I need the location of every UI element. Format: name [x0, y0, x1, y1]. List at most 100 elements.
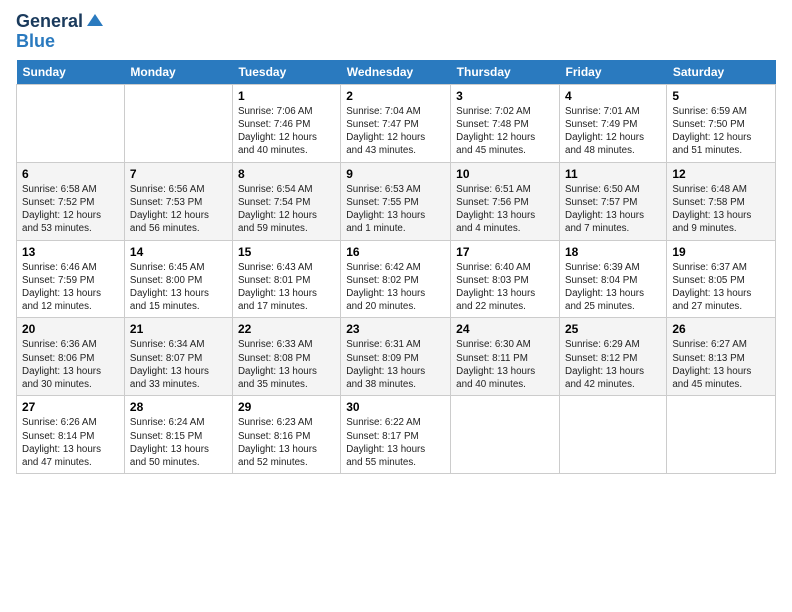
day-cell [451, 396, 560, 474]
logo: General Blue [16, 12, 105, 52]
day-cell: 14 Sunrise: 6:45 AM Sunset: 8:00 PM Dayli… [124, 240, 232, 318]
day-info: Sunrise: 6:22 AM Sunset: 8:17 PM Dayligh… [346, 416, 445, 469]
col-header-saturday: Saturday [667, 60, 776, 85]
logo-text: General [16, 12, 83, 32]
day-cell: 29Sunrise: 6:23 AM Sunset: 8:16 PM Dayli… [232, 396, 340, 474]
col-header-thursday: Thursday [451, 60, 560, 85]
day-number: 11 [565, 167, 661, 181]
day-cell: 17Sunrise: 6:40 AM Sunset: 8:03 PM Dayli… [451, 240, 560, 318]
day-cell: 15Sunrise: 6:43 AM Sunset: 8:01 PM Dayli… [232, 240, 340, 318]
day-number: 25 [565, 322, 661, 336]
day-number: 23 [346, 322, 445, 336]
day-cell: 8 Sunrise: 6:54 AM Sunset: 7:54 PM Daylig… [232, 162, 340, 240]
day-info: Sunrise: 6:36 AM Sunset: 8:06 PM Dayligh… [22, 338, 119, 391]
day-number: 4 [565, 89, 661, 103]
day-cell [124, 84, 232, 162]
col-header-friday: Friday [560, 60, 667, 85]
day-cell: 22Sunrise: 6:33 AM Sunset: 8:08 PM Dayli… [232, 318, 340, 396]
day-number: 18 [565, 245, 661, 259]
day-info: Sunrise: 6:30 AM Sunset: 8:11 PM Dayligh… [456, 338, 554, 391]
day-cell [667, 396, 776, 474]
day-cell: 30 Sunrise: 6:22 AM Sunset: 8:17 PM Dayli… [341, 396, 451, 474]
day-info: Sunrise: 6:33 AM Sunset: 8:08 PM Dayligh… [238, 338, 335, 391]
day-info: Sunrise: 6:37 AM Sunset: 8:05 PM Dayligh… [672, 261, 770, 314]
week-row-3: 13Sunrise: 6:46 AM Sunset: 7:59 PM Dayli… [17, 240, 776, 318]
calendar-table: SundayMondayTuesdayWednesdayThursdayFrid… [16, 60, 776, 474]
day-info: Sunrise: 6:27 AM Sunset: 8:13 PM Dayligh… [672, 338, 770, 391]
day-info: Sunrise: 6:46 AM Sunset: 7:59 PM Dayligh… [22, 261, 119, 314]
page-container: General Blue SundayMondayTuesdayWednesda… [0, 0, 792, 486]
col-header-monday: Monday [124, 60, 232, 85]
day-info: Sunrise: 6:53 AM Sunset: 7:55 PM Dayligh… [346, 183, 445, 236]
day-number: 5 [672, 89, 770, 103]
day-cell [560, 396, 667, 474]
day-number: 3 [456, 89, 554, 103]
day-cell: 28 Sunrise: 6:24 AM Sunset: 8:15 PM Dayli… [124, 396, 232, 474]
day-number: 6 [22, 167, 119, 181]
col-header-wednesday: Wednesday [341, 60, 451, 85]
day-cell: 16 Sunrise: 6:42 AM Sunset: 8:02 PM Dayli… [341, 240, 451, 318]
day-number: 15 [238, 245, 335, 259]
day-cell: 7 Sunrise: 6:56 AM Sunset: 7:53 PM Daylig… [124, 162, 232, 240]
header: General Blue [16, 12, 776, 52]
day-number: 7 [130, 167, 227, 181]
day-number: 21 [130, 322, 227, 336]
day-info: Sunrise: 6:24 AM Sunset: 8:15 PM Dayligh… [130, 416, 227, 469]
day-cell: 13Sunrise: 6:46 AM Sunset: 7:59 PM Dayli… [17, 240, 125, 318]
day-cell: 9 Sunrise: 6:53 AM Sunset: 7:55 PM Daylig… [341, 162, 451, 240]
day-number: 2 [346, 89, 445, 103]
day-number: 26 [672, 322, 770, 336]
day-info: Sunrise: 6:54 AM Sunset: 7:54 PM Dayligh… [238, 183, 335, 236]
col-header-sunday: Sunday [17, 60, 125, 85]
day-number: 12 [672, 167, 770, 181]
week-row-1: 1 Sunrise: 7:06 AM Sunset: 7:46 PM Daylig… [17, 84, 776, 162]
day-number: 24 [456, 322, 554, 336]
day-cell: 4 Sunrise: 7:01 AM Sunset: 7:49 PM Daylig… [560, 84, 667, 162]
day-cell: 6 Sunrise: 6:58 AM Sunset: 7:52 PM Daylig… [17, 162, 125, 240]
day-number: 14 [130, 245, 227, 259]
day-cell: 23 Sunrise: 6:31 AM Sunset: 8:09 PM Dayli… [341, 318, 451, 396]
day-info: Sunrise: 6:50 AM Sunset: 7:57 PM Dayligh… [565, 183, 661, 236]
day-cell: 3 Sunrise: 7:02 AM Sunset: 7:48 PM Daylig… [451, 84, 560, 162]
day-number: 30 [346, 400, 445, 414]
day-info: Sunrise: 6:45 AM Sunset: 8:00 PM Dayligh… [130, 261, 227, 314]
week-row-5: 27 Sunrise: 6:26 AM Sunset: 8:14 PM Dayli… [17, 396, 776, 474]
day-info: Sunrise: 6:31 AM Sunset: 8:09 PM Dayligh… [346, 338, 445, 391]
day-number: 28 [130, 400, 227, 414]
day-number: 9 [346, 167, 445, 181]
day-number: 8 [238, 167, 335, 181]
day-cell: 27 Sunrise: 6:26 AM Sunset: 8:14 PM Dayli… [17, 396, 125, 474]
day-cell: 19 Sunrise: 6:37 AM Sunset: 8:05 PM Dayli… [667, 240, 776, 318]
day-cell: 1 Sunrise: 7:06 AM Sunset: 7:46 PM Daylig… [232, 84, 340, 162]
day-info: Sunrise: 7:06 AM Sunset: 7:46 PM Dayligh… [238, 105, 335, 158]
day-cell: 21 Sunrise: 6:34 AM Sunset: 8:07 PM Dayli… [124, 318, 232, 396]
week-row-2: 6 Sunrise: 6:58 AM Sunset: 7:52 PM Daylig… [17, 162, 776, 240]
day-info: Sunrise: 6:40 AM Sunset: 8:03 PM Dayligh… [456, 261, 554, 314]
day-number: 10 [456, 167, 554, 181]
day-number: 27 [22, 400, 119, 414]
day-cell: 5 Sunrise: 6:59 AM Sunset: 7:50 PM Daylig… [667, 84, 776, 162]
day-info: Sunrise: 7:01 AM Sunset: 7:49 PM Dayligh… [565, 105, 661, 158]
day-number: 29 [238, 400, 335, 414]
day-cell: 2 Sunrise: 7:04 AM Sunset: 7:47 PM Daylig… [341, 84, 451, 162]
day-cell: 26 Sunrise: 6:27 AM Sunset: 8:13 PM Dayli… [667, 318, 776, 396]
day-cell: 12 Sunrise: 6:48 AM Sunset: 7:58 PM Dayli… [667, 162, 776, 240]
day-number: 19 [672, 245, 770, 259]
day-info: Sunrise: 6:42 AM Sunset: 8:02 PM Dayligh… [346, 261, 445, 314]
day-cell: 11 Sunrise: 6:50 AM Sunset: 7:57 PM Dayli… [560, 162, 667, 240]
day-info: Sunrise: 6:58 AM Sunset: 7:52 PM Dayligh… [22, 183, 119, 236]
day-info: Sunrise: 7:02 AM Sunset: 7:48 PM Dayligh… [456, 105, 554, 158]
day-cell [17, 84, 125, 162]
day-number: 20 [22, 322, 119, 336]
day-info: Sunrise: 6:59 AM Sunset: 7:50 PM Dayligh… [672, 105, 770, 158]
day-info: Sunrise: 6:26 AM Sunset: 8:14 PM Dayligh… [22, 416, 119, 469]
day-number: 1 [238, 89, 335, 103]
day-info: Sunrise: 6:51 AM Sunset: 7:56 PM Dayligh… [456, 183, 554, 236]
day-info: Sunrise: 6:56 AM Sunset: 7:53 PM Dayligh… [130, 183, 227, 236]
day-info: Sunrise: 7:04 AM Sunset: 7:47 PM Dayligh… [346, 105, 445, 158]
day-cell: 25Sunrise: 6:29 AM Sunset: 8:12 PM Dayli… [560, 318, 667, 396]
day-number: 16 [346, 245, 445, 259]
day-info: Sunrise: 6:48 AM Sunset: 7:58 PM Dayligh… [672, 183, 770, 236]
day-cell: 20 Sunrise: 6:36 AM Sunset: 8:06 PM Dayli… [17, 318, 125, 396]
day-info: Sunrise: 6:34 AM Sunset: 8:07 PM Dayligh… [130, 338, 227, 391]
